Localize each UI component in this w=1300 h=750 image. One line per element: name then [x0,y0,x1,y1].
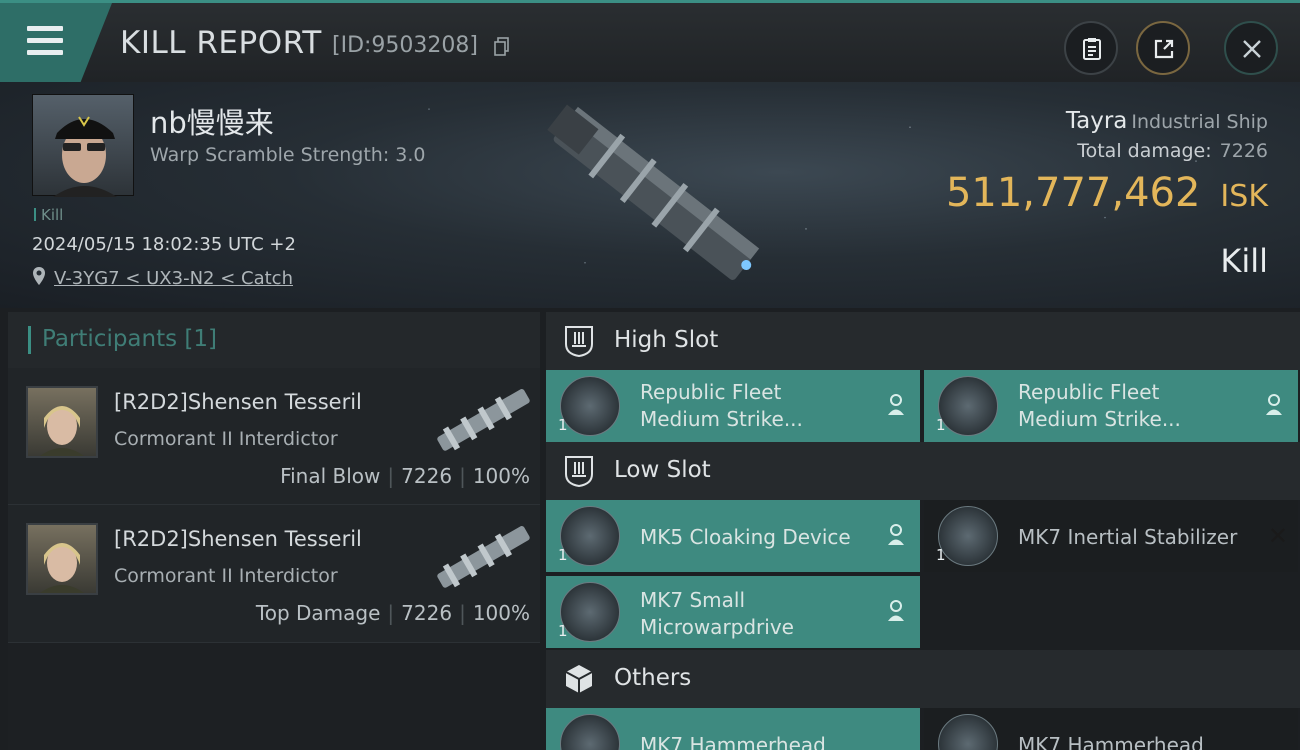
participant-row[interactable]: [R2D2]Shensen Tesseril Cormorant II Inte… [8,505,540,643]
copy-icon[interactable] [494,37,510,57]
module-item[interactable]: 1 MK7 Small Microwarpdrive [546,576,920,648]
module-quantity: 1 [936,416,946,434]
module-name-line1: MK7 Hammerhead [640,733,826,750]
participant-avatar[interactable] [26,386,98,458]
module-name-line1: Republic Fleet [640,380,782,404]
participant-stats: Top Damage | 7226 | 100% [255,601,530,625]
victim-name[interactable]: nb慢慢来 [150,100,274,142]
share-icon [1154,39,1174,59]
participant-name[interactable]: [R2D2]Shensen Tesseril [114,527,362,551]
isk-value: 511,777,462 [945,170,1201,216]
ship-type: Industrial Ship [1131,111,1268,133]
victim-portrait-image [53,116,117,197]
total-damage-label: Total damage: [1077,140,1212,162]
low-slot-header: Low Slot [546,442,1300,500]
participant-ship: Cormorant II Interdictor [114,565,338,587]
clipboard-icon [1083,38,1101,60]
module-quantity: 1 [558,546,568,564]
menu-icon [27,26,63,56]
pilot-icon [1266,394,1282,415]
participant-damage: 7226 [401,464,453,488]
total-damage-value: 7226 [1219,140,1268,162]
pilot-icon [888,600,904,621]
cloaking-device-icon [560,506,620,566]
participant-row[interactable]: [R2D2]Shensen Tesseril Cormorant II Inte… [8,368,540,505]
kill-summary-banner: nb慢慢来 Warp Scramble Strength: 3.0 Kill 2… [0,82,1300,308]
page-title: KILL REPORT [120,25,322,61]
kill-timestamp: 2024/05/15 18:02:35 UTC +2 [32,234,296,255]
drone-icon [938,714,998,750]
victim-avatar[interactable] [32,94,134,197]
module-name-line1: Republic Fleet [1018,380,1160,404]
kill-result: Kill [1220,242,1268,280]
participants-panel: Participants [1] [R2D2]Shensen Tesseril … [8,312,540,750]
kill-tag: Kill [34,206,63,224]
victim-ship-image[interactable] [530,88,780,303]
location-link[interactable]: V-3YG7 < UX3-N2 < Catch [54,268,293,289]
high-slot-header: High Slot [546,312,1300,370]
module-name-line2: Medium Strike... [640,407,803,431]
module-name-line2: Medium Strike... [1018,407,1181,431]
inertial-stabilizer-icon [938,506,998,566]
participants-header: Participants [1] [8,312,540,368]
close-button[interactable] [1224,21,1278,75]
module-quantity: 1 [558,622,568,640]
strike-module-icon [560,376,620,436]
location-pin-icon [33,267,45,285]
module-item[interactable]: 1 MK5 Cloaking Device [546,500,920,572]
module-item[interactable]: 1 Republic Fleet Medium Strike... [546,370,920,442]
low-slot-title: Low Slot [614,457,711,483]
participant-name[interactable]: [R2D2]Shensen Tesseril [114,390,362,414]
menu-button[interactable] [0,3,112,82]
module-name-line1: MK5 Cloaking Device [640,525,851,549]
participant-damage: 7226 [401,601,453,625]
participant-portrait-image [40,406,84,456]
module-name-line1: MK7 Inertial Stabilizer [1018,525,1238,549]
participants-title: Participants [1] [42,326,217,352]
total-damage-line: Total damage: 7226 [1077,140,1268,162]
clipboard-button[interactable] [1064,21,1118,75]
isk-value-line: 511,777,462 ISK [946,170,1268,216]
module-name-line1: MK7 Small [640,588,745,612]
drone-icon [560,714,620,750]
module-item[interactable]: MK7 Hammerhead [924,708,1298,750]
module-quantity: 1 [936,546,946,564]
participant-percent: 100% [472,601,530,625]
header-bar: KILL REPORT [ID:9503208] [0,0,1300,82]
participant-role: Top Damage [255,601,381,625]
module-item[interactable]: MK7 Hammerhead [546,708,920,750]
share-button[interactable] [1136,21,1190,75]
module-quantity: 1 [558,416,568,434]
others-title: Others [614,665,692,691]
module-item[interactable]: 1 MK7 Inertial Stabilizer ✕ [924,500,1298,572]
module-name-line2: Microwarpdrive [640,615,794,639]
cube-icon [565,665,593,693]
others-header: Others [546,650,1300,708]
participant-percent: 100% [472,464,530,488]
low-slot-icon [565,456,593,488]
participant-portrait-image [40,543,84,593]
microwarpdrive-icon [560,582,620,642]
participant-ship-image[interactable] [428,374,538,464]
ship-name-line: Tayra Industrial Ship [1066,108,1268,134]
report-id: [ID:9503208] [332,33,478,58]
participant-avatar[interactable] [26,523,98,595]
participant-role: Final Blow [280,464,381,488]
close-icon [1243,40,1261,58]
module-name-line1: MK7 Hammerhead [1018,733,1204,750]
participant-ship-image[interactable] [428,511,538,601]
high-slot-icon [565,326,593,358]
pilot-icon [888,394,904,415]
ship-name[interactable]: Tayra [1066,108,1128,134]
module-item[interactable]: 1 Republic Fleet Medium Strike... [924,370,1298,442]
high-slot-title: High Slot [614,327,719,353]
participant-stats: Final Blow | 7226 | 100% [280,464,530,488]
pilot-icon [888,524,904,545]
warp-scramble-strength: Warp Scramble Strength: 3.0 [150,144,426,166]
destroyed-x-icon: ✕ [1267,522,1288,550]
isk-unit: ISK [1220,179,1268,214]
strike-module-icon [938,376,998,436]
participant-ship: Cormorant II Interdictor [114,428,338,450]
